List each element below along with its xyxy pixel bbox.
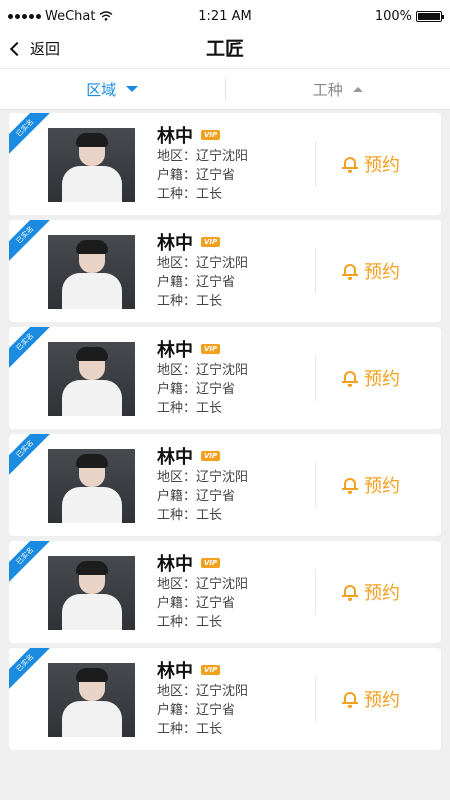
- worker-card[interactable]: 已实名 林中 VIP 地区：辽宁沈阳 户籍：辽宁省 工种：工长 预约: [9, 648, 441, 750]
- book-label: 预约: [364, 476, 400, 497]
- book-button[interactable]: 预约: [342, 579, 400, 605]
- book-label: 预约: [364, 155, 400, 176]
- battery-icon: [416, 10, 444, 22]
- worker-card[interactable]: 已实名 林中 VIP 地区：辽宁沈阳 户籍：辽宁省 工种：工长 预约: [9, 541, 441, 643]
- worker-hometown: 户籍：辽宁省: [157, 703, 236, 718]
- bell-icon: [342, 155, 358, 173]
- carrier-label: WeChat: [45, 8, 96, 24]
- bell-icon: [342, 476, 358, 494]
- worker-name: 林中: [157, 340, 193, 361]
- wifi-icon: [100, 11, 113, 21]
- book-label: 预约: [364, 690, 400, 711]
- avatar: [48, 128, 135, 202]
- card-divider: [315, 248, 316, 294]
- worker-region: 地区：辽宁沈阳: [157, 577, 249, 592]
- avatar: [48, 556, 135, 630]
- worker-card[interactable]: 已实名 林中 VIP 地区：辽宁沈阳 户籍：辽宁省 工种：工长 预约: [9, 327, 441, 429]
- card-divider: [315, 355, 316, 401]
- bell-icon: [342, 690, 358, 708]
- worker-hometown: 户籍：辽宁省: [157, 275, 236, 290]
- avatar: [48, 342, 135, 416]
- worker-region: 地区：辽宁沈阳: [157, 256, 249, 271]
- worker-hometown: 户籍：辽宁省: [157, 168, 236, 183]
- vip-badge: VIP: [201, 451, 221, 461]
- card-divider: [315, 676, 316, 722]
- book-label: 预约: [364, 262, 400, 283]
- bell-icon: [342, 262, 358, 280]
- worker-name: 林中: [157, 126, 193, 147]
- worker-region: 地区：辽宁沈阳: [157, 363, 249, 378]
- avatar: [48, 235, 135, 309]
- worker-region: 地区：辽宁沈阳: [157, 684, 249, 699]
- worker-name: 林中: [157, 233, 193, 254]
- page-title: 工匠: [205, 38, 244, 60]
- worker-info: 林中 VIP 地区：辽宁沈阳 户籍：辽宁省 工种：工长: [157, 444, 248, 525]
- worker-info: 林中 VIP 地区：辽宁沈阳 户籍：辽宁省 工种：工长: [157, 551, 248, 632]
- battery-percent: 100%: [374, 8, 412, 24]
- caret-up-icon: [352, 86, 363, 92]
- vip-badge: VIP: [201, 665, 221, 675]
- chevron-left-icon: [9, 41, 25, 57]
- worker-trade: 工种：工长: [157, 508, 223, 523]
- worker-name: 林中: [157, 447, 193, 468]
- book-button[interactable]: 预约: [342, 365, 400, 391]
- status-time: 1:21 AM: [198, 8, 252, 24]
- filter-area-label: 区域: [86, 80, 117, 99]
- back-button[interactable]: 返回: [9, 38, 61, 59]
- book-button[interactable]: 预约: [342, 151, 400, 177]
- worker-trade: 工种：工长: [157, 401, 223, 416]
- card-divider: [315, 462, 316, 508]
- book-button[interactable]: 预约: [342, 472, 400, 498]
- book-button[interactable]: 预约: [342, 686, 400, 712]
- worker-trade: 工种：工长: [157, 615, 223, 630]
- book-label: 预约: [364, 583, 400, 604]
- worker-name: 林中: [157, 554, 193, 575]
- caret-down-icon: [126, 86, 139, 92]
- worker-trade: 工种：工长: [157, 187, 223, 202]
- worker-card[interactable]: 已实名 林中 VIP 地区：辽宁沈阳 户籍：辽宁省 工种：工长 预约: [9, 220, 441, 322]
- worker-card[interactable]: 已实名 林中 VIP 地区：辽宁沈阳 户籍：辽宁省 工种：工长 预约: [9, 434, 441, 536]
- book-label: 预约: [364, 369, 400, 390]
- filter-trade-label: 工种: [312, 80, 343, 99]
- worker-trade: 工种：工长: [157, 722, 223, 737]
- worker-list: 已实名 林中 VIP 地区：辽宁沈阳 户籍：辽宁省 工种：工长 预约 已实名 林…: [9, 113, 441, 755]
- worker-region: 地区：辽宁沈阳: [157, 149, 249, 164]
- bell-icon: [342, 583, 358, 601]
- filter-trade[interactable]: 工种: [226, 69, 450, 109]
- vip-badge: VIP: [201, 558, 221, 568]
- worker-region: 地区：辽宁沈阳: [157, 470, 249, 485]
- nav-bar: 返回 工匠: [0, 32, 450, 68]
- vip-badge: VIP: [201, 237, 221, 247]
- worker-info: 林中 VIP 地区：辽宁沈阳 户籍：辽宁省 工种：工长: [157, 337, 248, 418]
- worker-hometown: 户籍：辽宁省: [157, 382, 236, 397]
- worker-trade: 工种：工长: [157, 294, 223, 309]
- worker-name: 林中: [157, 661, 193, 682]
- status-left: WeChat: [8, 9, 158, 24]
- avatar: [48, 449, 135, 523]
- bell-icon: [342, 369, 358, 387]
- worker-card[interactable]: 已实名 林中 VIP 地区：辽宁沈阳 户籍：辽宁省 工种：工长 预约: [9, 113, 441, 215]
- worker-hometown: 户籍：辽宁省: [157, 596, 236, 611]
- worker-info: 林中 VIP 地区：辽宁沈阳 户籍：辽宁省 工种：工长: [157, 230, 248, 311]
- avatar: [48, 663, 135, 737]
- status-right: 100%: [292, 8, 444, 24]
- card-divider: [315, 569, 316, 615]
- book-button[interactable]: 预约: [342, 258, 400, 284]
- filter-area[interactable]: 区域: [0, 69, 225, 109]
- worker-hometown: 户籍：辽宁省: [157, 489, 236, 504]
- back-label: 返回: [30, 40, 61, 58]
- vip-badge: VIP: [201, 344, 221, 354]
- signal-icon: [8, 13, 41, 19]
- filter-bar: 区域 工种: [0, 68, 450, 110]
- worker-info: 林中 VIP 地区：辽宁沈阳 户籍：辽宁省 工种：工长: [157, 123, 248, 204]
- worker-info: 林中 VIP 地区：辽宁沈阳 户籍：辽宁省 工种：工长: [157, 658, 248, 739]
- vip-badge: VIP: [201, 130, 221, 140]
- card-divider: [315, 141, 316, 187]
- status-bar: WeChat 1:21 AM 100%: [0, 0, 450, 32]
